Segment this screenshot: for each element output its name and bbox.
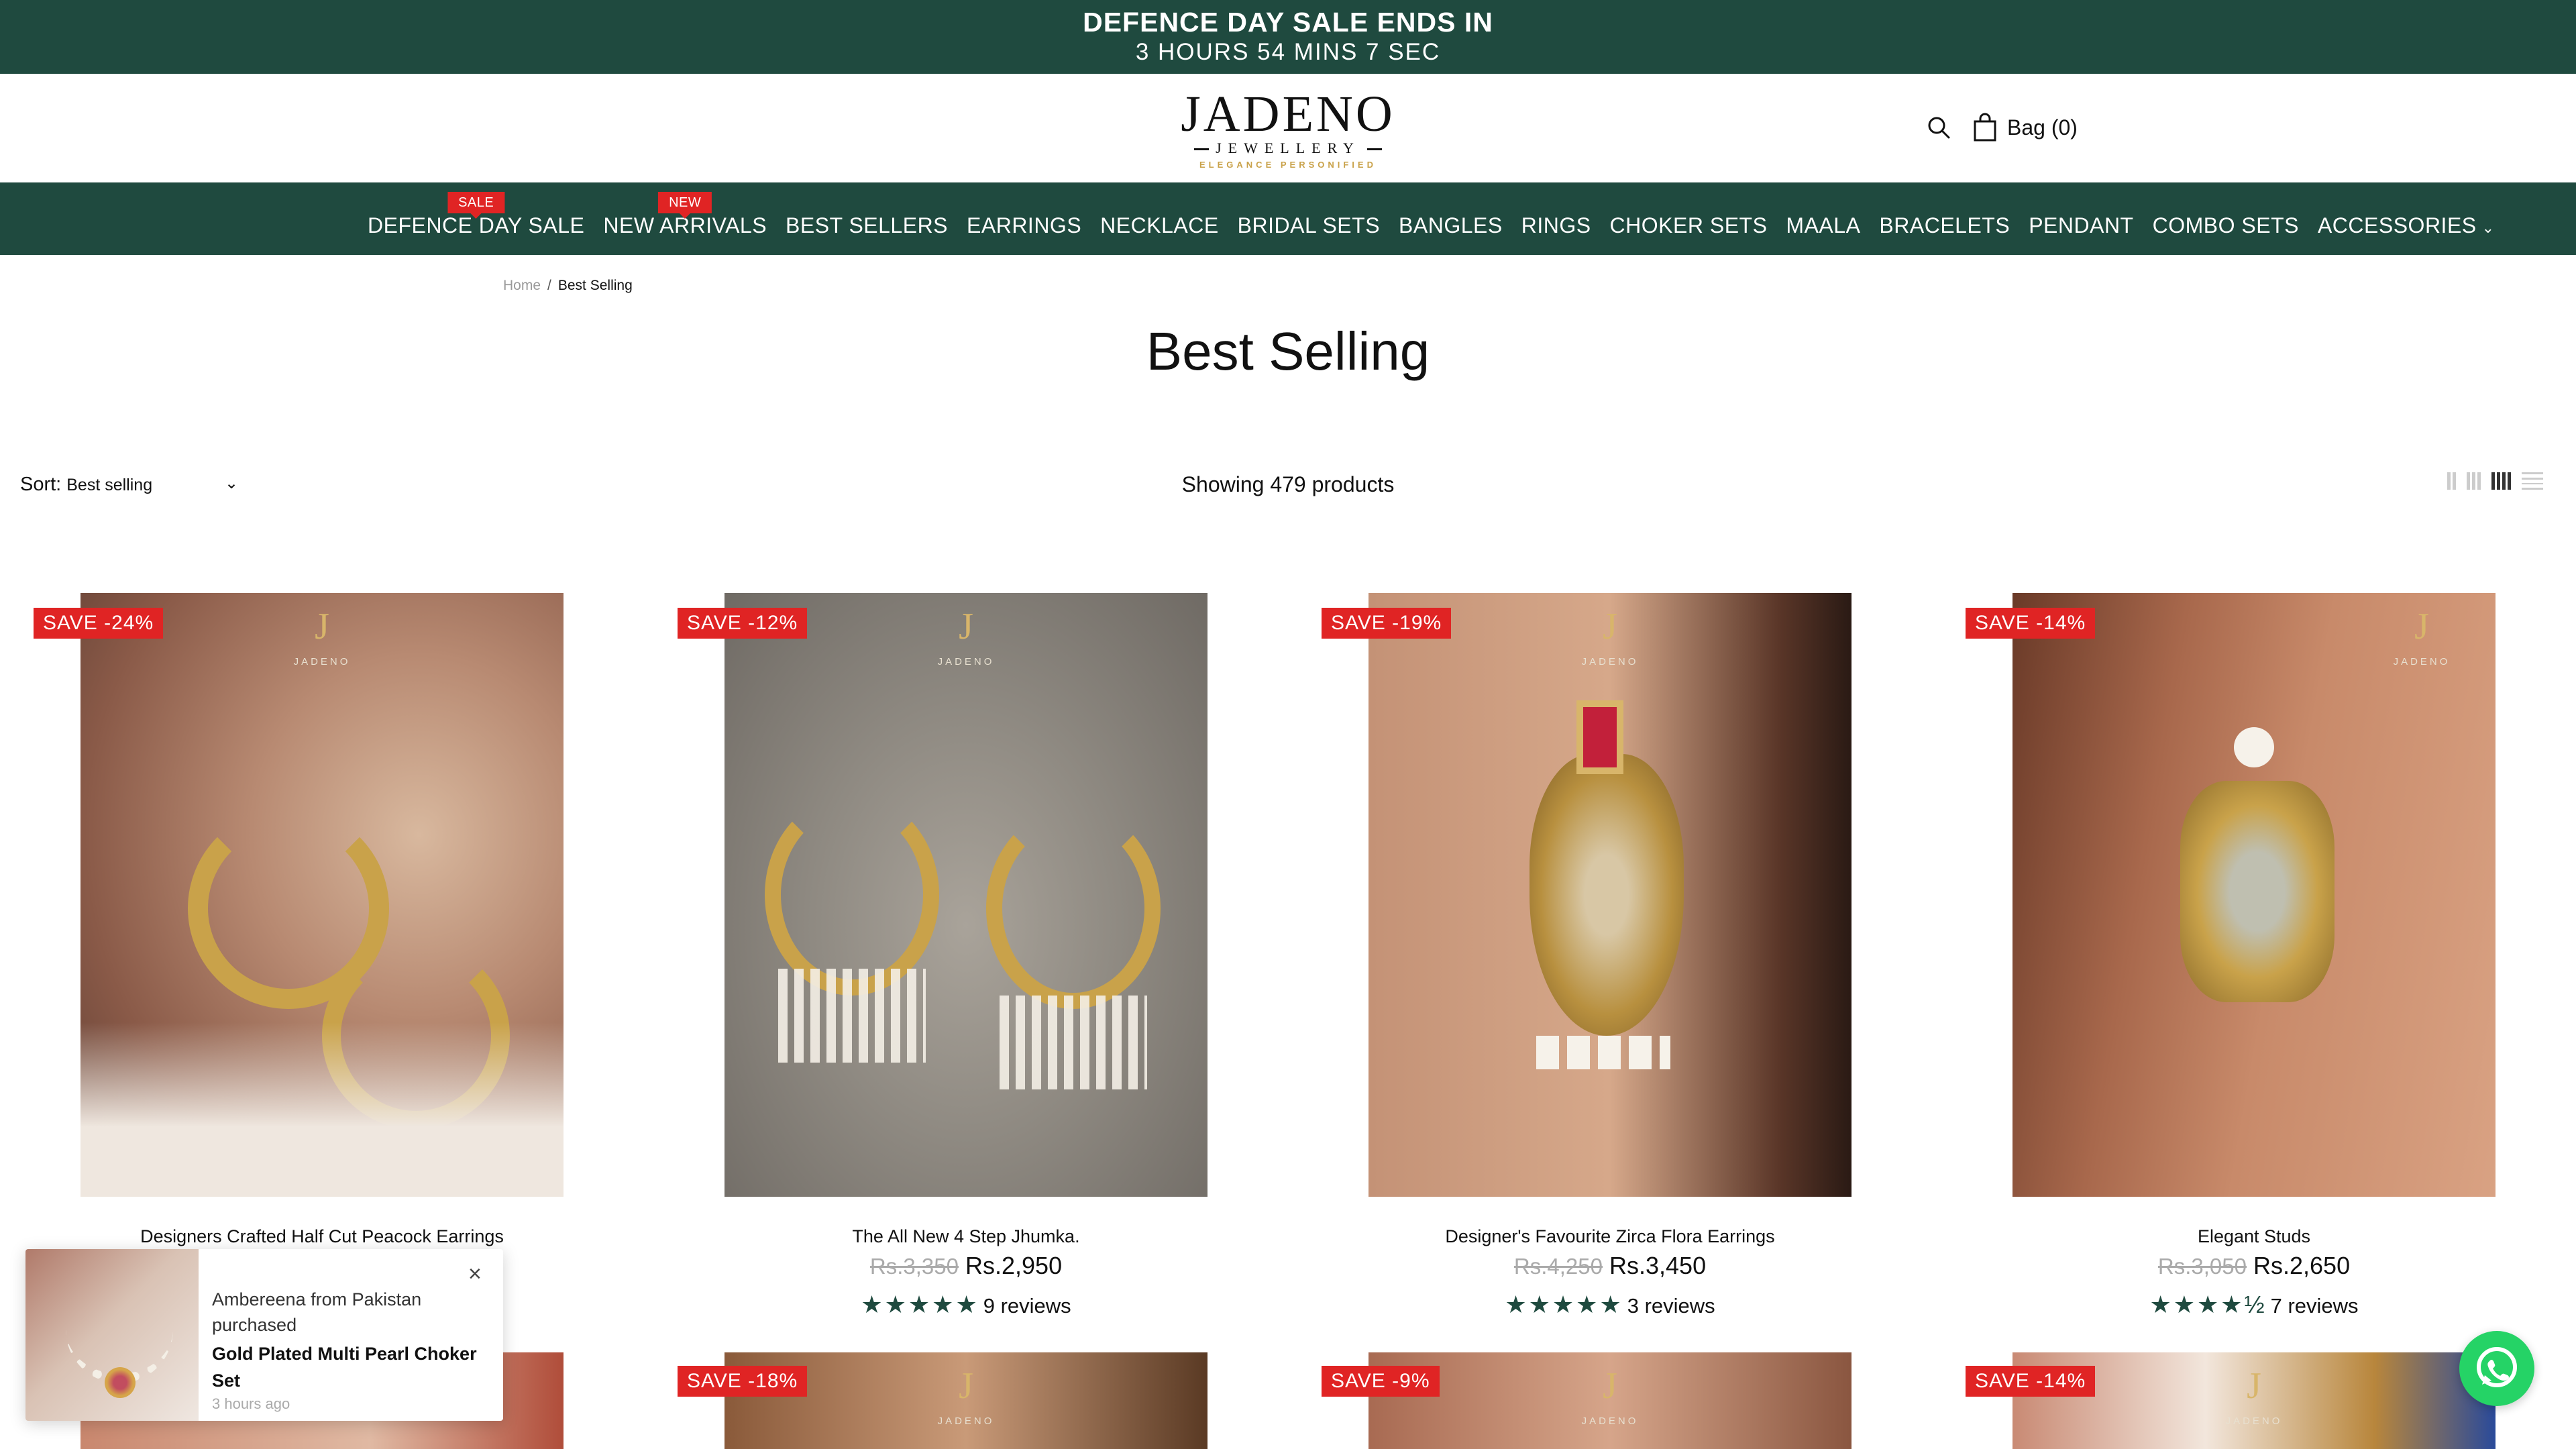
nav-item-combo-sets[interactable]: COMBO SETS [2153,200,2299,238]
watermark-logo: J JADENO [2225,1365,2283,1427]
grid-3-icon[interactable] [2467,472,2481,490]
product-name[interactable]: Designer's Favourite Zirca Flora Earring… [1275,1226,1945,1247]
save-badge: SAVE -14% [1966,1366,2096,1397]
nav-item-best-sellers[interactable]: BEST SELLERS [786,200,948,238]
new-badge: NEW [658,191,712,219]
site-header: JADENO JEWELLERY ELEGANCE PERSONIFIED Ba… [0,74,2576,182]
announcement-bar: DEFENCE DAY SALE ENDS IN 3 HOURS 54 MINS… [0,0,2576,74]
save-badge: SAVE -18% [678,1366,808,1397]
nav-item-pendant[interactable]: PENDANT [2029,200,2133,238]
whatsapp-chat-button[interactable] [2459,1331,2534,1406]
product-price: Rs.4,250 Rs.3,450 [1275,1252,1945,1280]
popup-timestamp: 3 hours ago [212,1395,290,1412]
product-image[interactable] [2012,593,2496,1197]
breadcrumb-home[interactable]: Home [503,278,541,293]
nav-item-necklace[interactable]: NECKLACE [1100,200,1219,238]
breadcrumb-separator: / [547,278,551,293]
nav-label: ACCESSORIES [2317,213,2477,237]
product-rating[interactable]: ★★★★★ 9 reviews [631,1291,1301,1319]
sale-price: Rs.2,650 [2253,1252,2351,1279]
bag-icon[interactable] [1972,113,1998,142]
save-badge: SAVE -19% [1322,608,1452,639]
grid-view-switcher [2447,472,2543,490]
chevron-down-icon: ⌄ [2481,219,2495,236]
list-view-icon[interactable] [2522,472,2543,490]
breadcrumb: Home / Best Selling [503,278,633,294]
compare-price: Rs.3,050 [2157,1254,2247,1279]
watermark-logo: J JADENO [293,606,351,667]
product-price: Rs.3,050 Rs.2,650 [1919,1252,2576,1280]
watermark-logo: J JADENO [1581,1365,1639,1427]
popup-product-name[interactable]: Gold Plated Multi Pearl Choker Set [212,1340,494,1394]
save-badge: SAVE -24% [34,608,164,639]
watermark-logo: J JADENO [937,606,995,667]
sale-badge: SALE [447,191,505,219]
sale-price: Rs.2,950 [965,1252,1063,1279]
watermark-logo: J JADENO [937,1365,995,1427]
brand-logo[interactable]: JADENO JEWELLERY ELEGANCE PERSONIFIED [1174,87,1402,173]
breadcrumb-current: Best Selling [557,278,633,293]
product-count: Showing 479 products [1181,472,1395,496]
bag-button[interactable]: Bag (0) [2007,115,2078,140]
announcement-title: DEFENCE DAY SALE ENDS IN [1083,7,1493,38]
nav-item-bridal-sets[interactable]: BRIDAL SETS [1238,200,1380,238]
nav-item-bangles[interactable]: BANGLES [1399,200,1503,238]
save-badge: SAVE -9% [1322,1366,1440,1397]
compare-price: Rs.3,350 [869,1254,959,1279]
star-rating-icon: ★★★★★ [861,1291,979,1318]
logo-brand: JADENO [1181,86,1395,142]
watermark-logo: J JADENO [2393,606,2451,667]
watermark-logo: J JADENO [1581,606,1639,667]
nav-item-rings[interactable]: RINGS [1521,200,1591,238]
save-badge: SAVE -14% [1966,608,2096,639]
product-name[interactable]: Designers Crafted Half Cut Peacock Earri… [0,1226,657,1247]
review-count: 9 reviews [983,1294,1071,1318]
grid-4-icon[interactable] [2491,472,2511,490]
product-rating[interactable]: ★★★★★ 3 reviews [1275,1291,1945,1319]
product-name[interactable]: The All New 4 Step Jhumka. [631,1226,1301,1247]
sale-countdown: 3 HOURS 54 MINS 7 SEC [1135,39,1441,65]
page-title: Best Selling [1146,321,1430,381]
recent-purchase-popup[interactable]: Ambereena from Pakistan purchased Gold P… [25,1249,503,1421]
nav-item-accessories[interactable]: ACCESSORIES ⌄ [2318,200,2495,238]
sale-price: Rs.3,450 [1609,1252,1707,1279]
nav-item-defence-day-sale[interactable]: SALE DEFENCE DAY SALE [368,191,584,238]
nav-item-bracelets[interactable]: BRACELETS [1879,200,2010,238]
star-rating-icon: ★★★★½ [2149,1291,2267,1318]
nav-item-new-arrivals[interactable]: NEW NEW ARRIVALS [603,191,767,238]
close-icon[interactable]: × [468,1261,482,1287]
whatsapp-icon [2477,1347,2517,1387]
product-name[interactable]: Elegant Studs [1919,1226,2576,1247]
product-image[interactable] [80,593,564,1197]
star-rating-icon: ★★★★★ [1505,1291,1623,1318]
grid-2-icon[interactable] [2447,472,2456,490]
nav-item-earrings[interactable]: EARRINGS [967,200,1081,238]
logo-tagline: ELEGANCE PERSONIFIED [1199,160,1377,170]
search-icon[interactable] [1925,114,1952,141]
product-image[interactable] [724,593,1208,1197]
popup-product-image[interactable] [25,1249,199,1421]
review-count: 7 reviews [2270,1294,2359,1318]
product-price: Rs.3,350 Rs.2,950 [631,1252,1301,1280]
nav-item-maala[interactable]: MAALA [1786,200,1860,238]
product-image[interactable] [1368,593,1851,1197]
nav-item-choker-sets[interactable]: CHOKER SETS [1610,200,1768,238]
save-badge: SAVE -12% [678,608,808,639]
compare-price: Rs.4,250 [1513,1254,1603,1279]
main-navigation: SALE DEFENCE DAY SALE NEW NEW ARRIVALS B… [0,182,2576,255]
popup-buyer: Ambereena from Pakistan purchased [212,1289,422,1335]
logo-subtitle: JEWELLERY [1174,140,1402,157]
review-count: 3 reviews [1627,1294,1715,1318]
product-rating[interactable]: ★★★★½ 7 reviews [1919,1291,2576,1319]
